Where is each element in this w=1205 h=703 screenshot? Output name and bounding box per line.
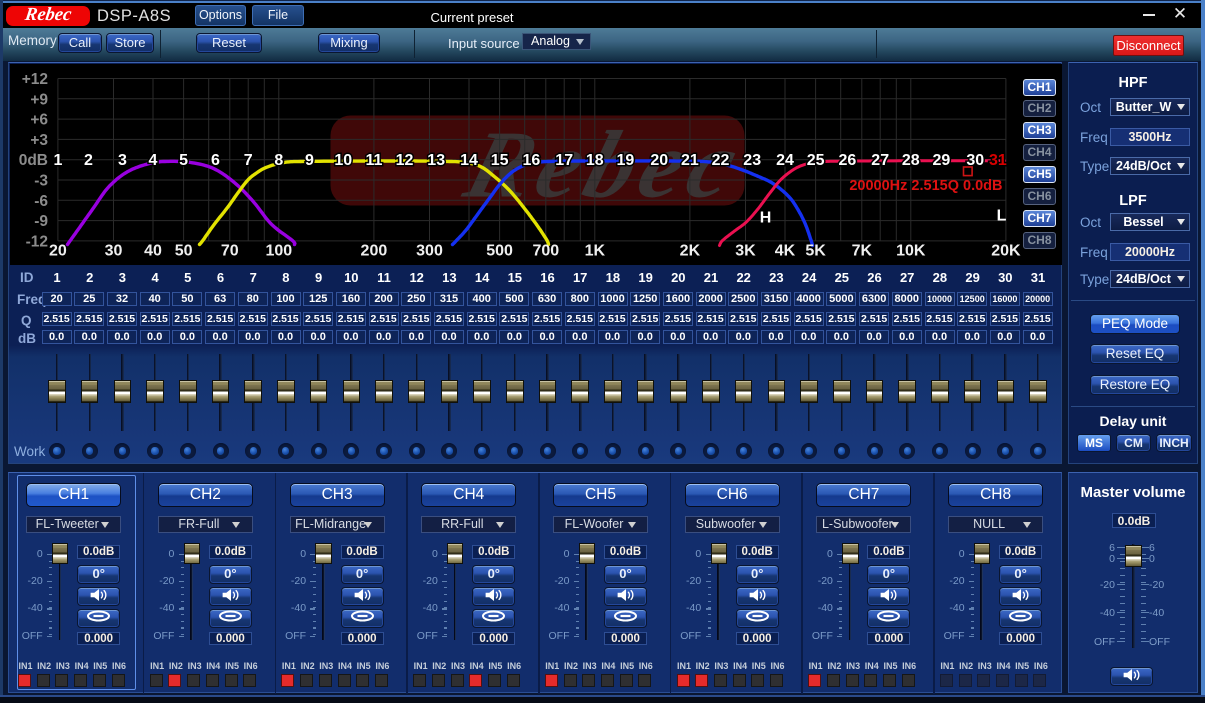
svg-text:-3: -3 bbox=[34, 172, 48, 189]
svg-text:29: 29 bbox=[932, 152, 950, 169]
svg-text:17: 17 bbox=[555, 152, 573, 169]
svg-text:-9: -9 bbox=[34, 213, 48, 230]
svg-text:4K: 4K bbox=[774, 242, 795, 259]
svg-text:50: 50 bbox=[174, 242, 192, 259]
svg-text:5: 5 bbox=[179, 152, 188, 169]
svg-text:12: 12 bbox=[395, 152, 413, 169]
svg-text:+9: +9 bbox=[30, 91, 48, 108]
svg-text:31: 31 bbox=[989, 152, 1007, 169]
svg-text:100: 100 bbox=[265, 242, 292, 259]
svg-text:1K: 1K bbox=[584, 242, 605, 259]
svg-text:70: 70 bbox=[220, 242, 238, 259]
svg-text:10: 10 bbox=[334, 152, 352, 169]
svg-text:26: 26 bbox=[838, 152, 856, 169]
svg-text:30: 30 bbox=[104, 242, 122, 259]
svg-text:500: 500 bbox=[486, 242, 513, 259]
svg-text:13: 13 bbox=[427, 152, 445, 169]
svg-text:20000Hz 2.515Q 0.0dB: 20000Hz 2.515Q 0.0dB bbox=[849, 178, 1002, 194]
svg-text:7: 7 bbox=[243, 152, 252, 169]
svg-text:11: 11 bbox=[365, 152, 382, 169]
svg-text:5K: 5K bbox=[805, 242, 826, 259]
svg-text:4: 4 bbox=[148, 152, 157, 169]
svg-text:15: 15 bbox=[490, 152, 508, 169]
svg-text:19: 19 bbox=[616, 152, 634, 169]
svg-text:28: 28 bbox=[901, 152, 919, 169]
svg-text:40: 40 bbox=[144, 242, 162, 259]
svg-text:300: 300 bbox=[416, 242, 443, 259]
svg-text:+12: +12 bbox=[21, 71, 47, 88]
svg-text:-6: -6 bbox=[34, 192, 48, 209]
svg-text:200: 200 bbox=[360, 242, 387, 259]
svg-text:7K: 7K bbox=[851, 242, 872, 259]
svg-text:9: 9 bbox=[304, 152, 313, 169]
svg-text:-12: -12 bbox=[25, 233, 47, 250]
svg-text:22: 22 bbox=[711, 152, 729, 169]
svg-text:10K: 10K bbox=[896, 242, 926, 259]
svg-text:1: 1 bbox=[53, 152, 62, 169]
svg-text:+3: +3 bbox=[30, 131, 48, 148]
svg-text:21: 21 bbox=[681, 152, 699, 169]
svg-text:20K: 20K bbox=[991, 242, 1021, 259]
svg-text:24: 24 bbox=[776, 152, 794, 169]
svg-text:14: 14 bbox=[460, 152, 478, 169]
svg-text:L: L bbox=[996, 207, 1006, 224]
svg-text:3K: 3K bbox=[735, 242, 756, 259]
svg-text:18: 18 bbox=[585, 152, 603, 169]
svg-text:16: 16 bbox=[522, 152, 540, 169]
svg-text:2K: 2K bbox=[679, 242, 700, 259]
svg-text:20: 20 bbox=[49, 242, 67, 259]
svg-text:0dB: 0dB bbox=[18, 152, 47, 169]
svg-text:3: 3 bbox=[117, 152, 126, 169]
svg-text:25: 25 bbox=[806, 152, 824, 169]
svg-text:+6: +6 bbox=[30, 111, 48, 128]
svg-text:8: 8 bbox=[274, 152, 283, 169]
svg-text:H: H bbox=[759, 209, 771, 226]
svg-text:27: 27 bbox=[871, 152, 889, 169]
svg-text:700: 700 bbox=[532, 242, 559, 259]
svg-text:20: 20 bbox=[650, 152, 668, 169]
svg-text:2: 2 bbox=[84, 152, 93, 169]
svg-text:6: 6 bbox=[210, 152, 219, 169]
svg-text:23: 23 bbox=[743, 152, 761, 169]
